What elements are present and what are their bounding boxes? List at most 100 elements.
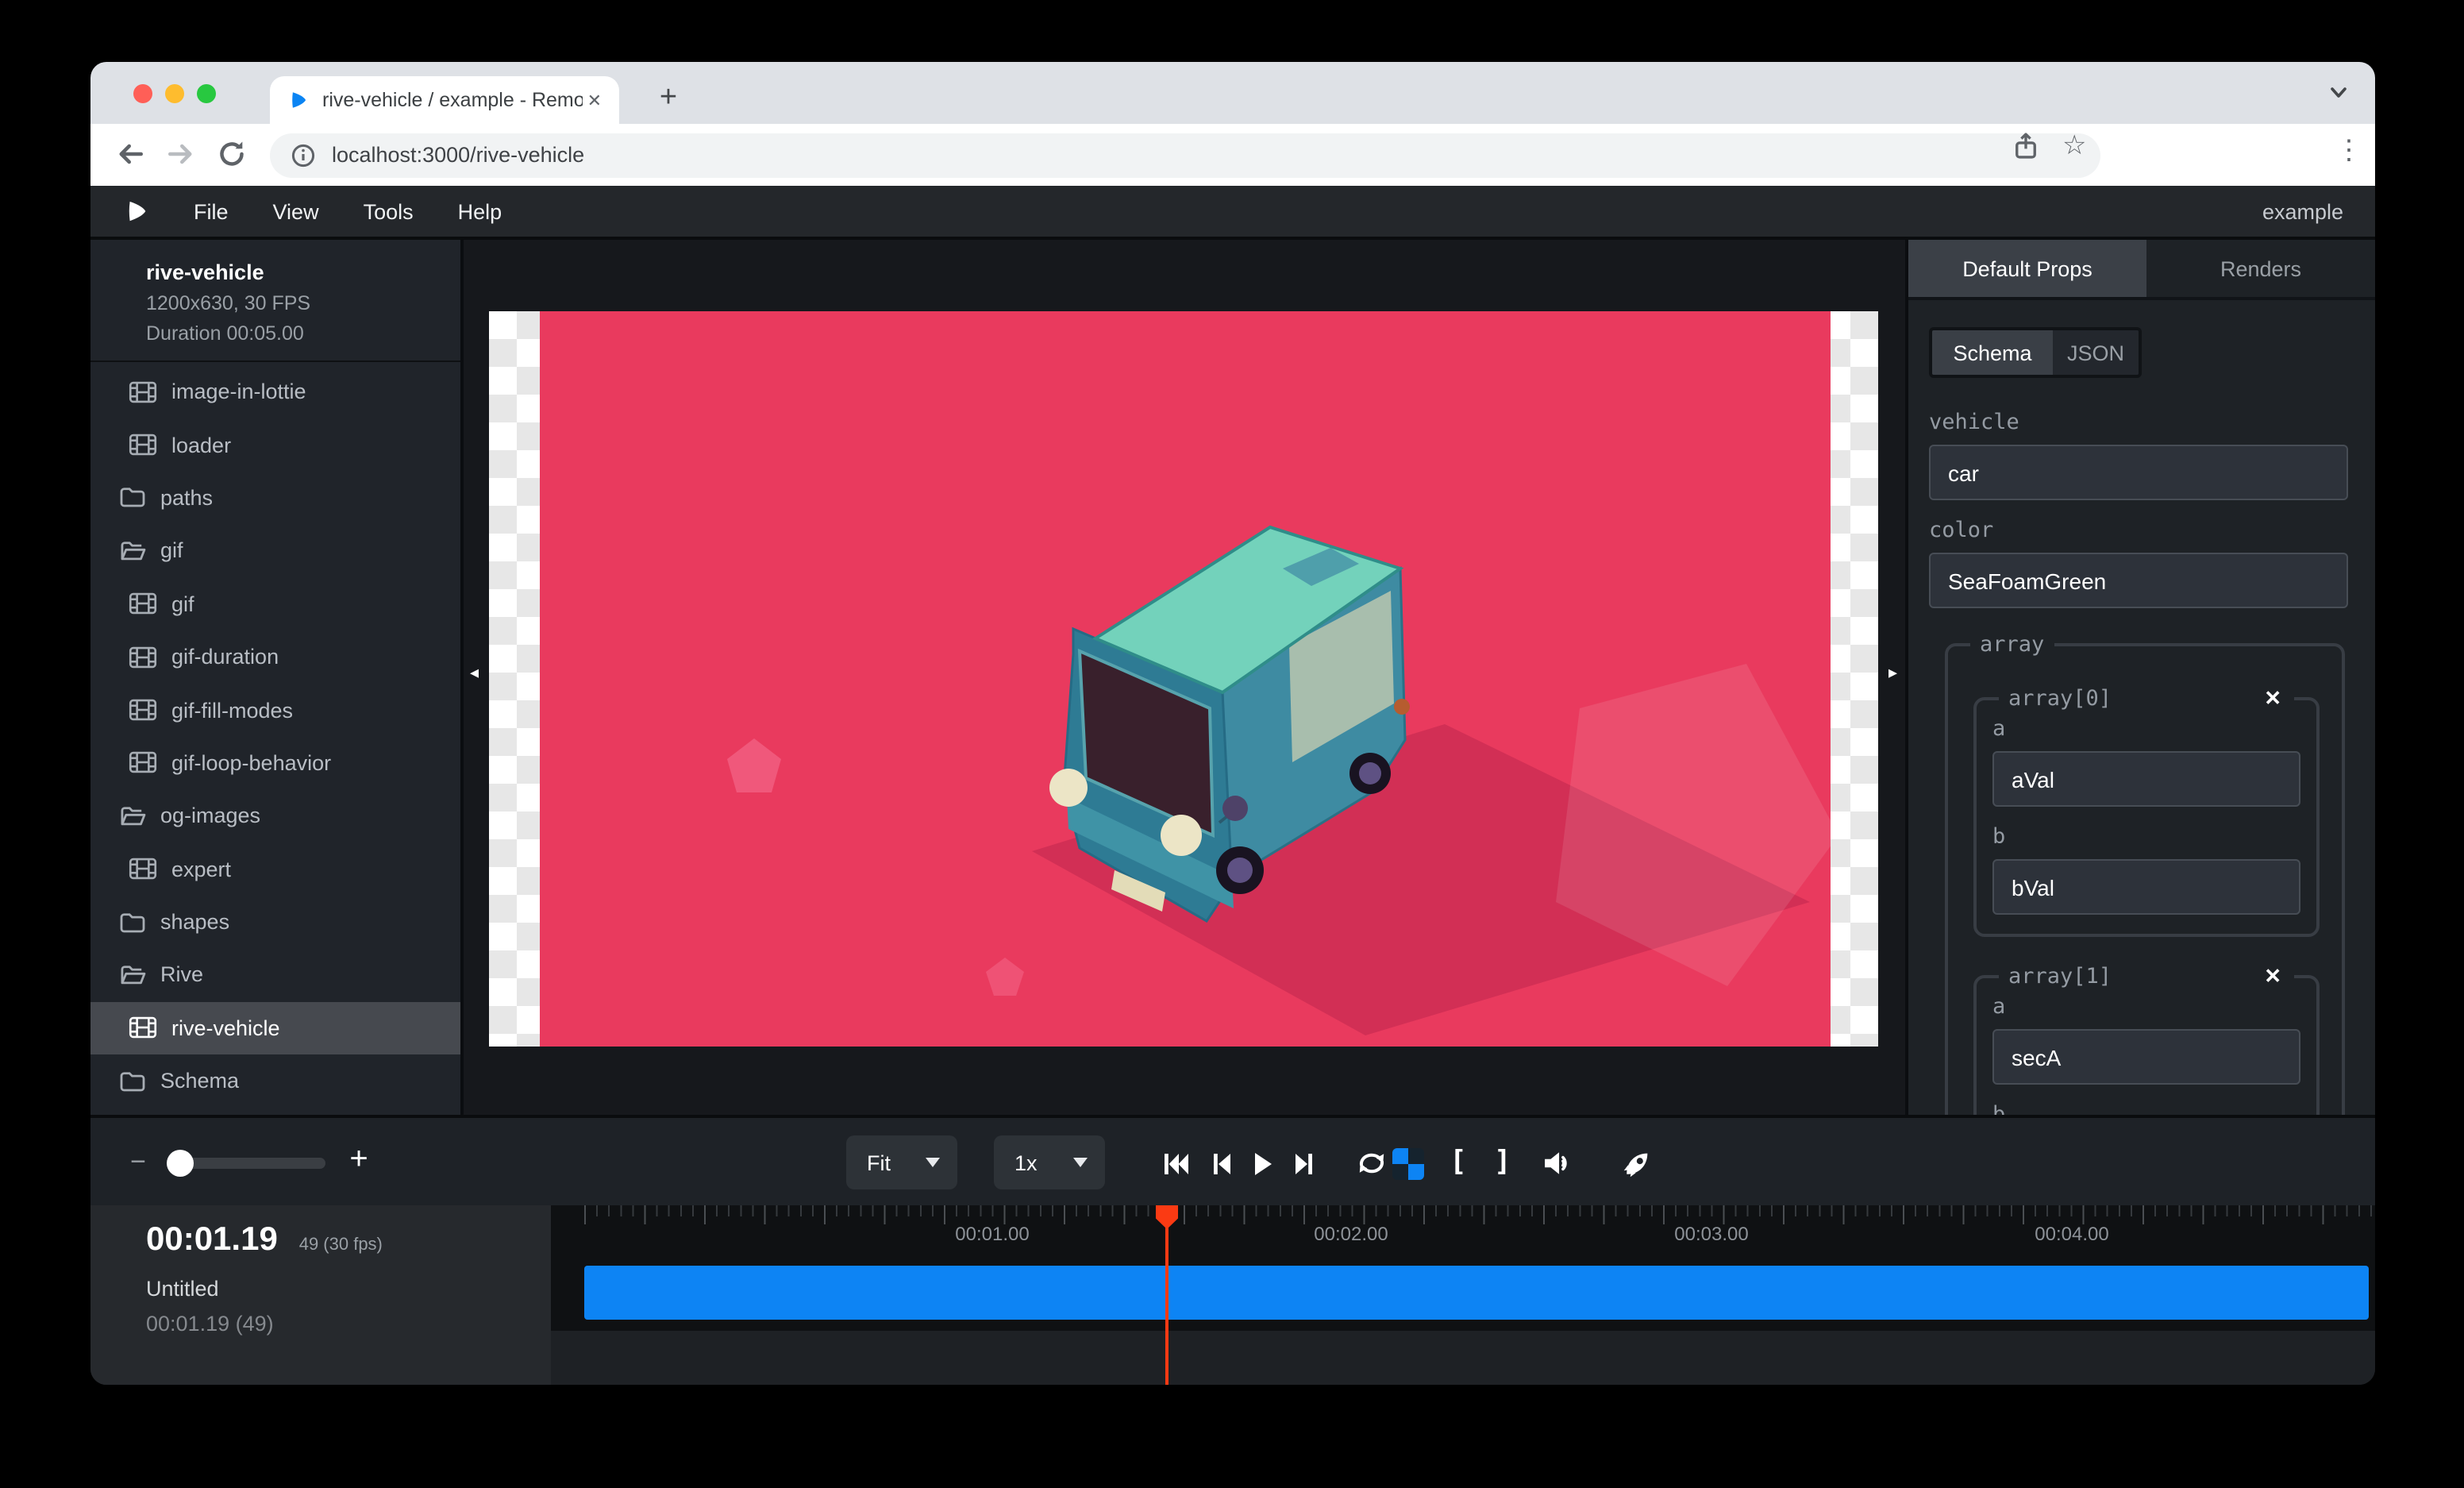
chevron-down-icon: [926, 1158, 940, 1167]
skip-to-start-icon[interactable]: [1157, 1150, 1192, 1177]
site-info-icon[interactable]: [291, 142, 316, 168]
tab-default-props[interactable]: Default Props: [1908, 240, 2146, 297]
sidebar-item-gif-duration[interactable]: gif-duration: [90, 630, 460, 684]
composition-list: image-in-lottie loader paths gif gif gif…: [90, 362, 460, 1115]
folder-icon: [119, 487, 146, 509]
props-panel-body: Schema JSON vehicle color array array[0]…: [1908, 300, 2375, 1115]
array-0-a-input[interactable]: [1992, 751, 2300, 807]
sidebar-item-gif-fill-modes[interactable]: gif-fill-modes: [90, 684, 460, 737]
next-frame-icon[interactable]: [1286, 1150, 1321, 1177]
schema-json-toggle: Schema JSON: [1929, 327, 2142, 378]
reload-icon[interactable]: [216, 138, 248, 170]
zoom-in-icon[interactable]: +: [345, 1142, 373, 1178]
out-point-icon[interactable]: ]: [1494, 1145, 1511, 1178]
volume-icon[interactable]: [1540, 1150, 1575, 1177]
array-fieldset: array array[0] ✕ a b array[1]: [1945, 643, 2345, 1115]
new-tab-button[interactable]: +: [646, 76, 691, 121]
field-label-b: b: [1992, 824, 2300, 850]
zoom-out-icon[interactable]: −: [125, 1147, 151, 1178]
remove-array-item-1-icon[interactable]: ✕: [2261, 964, 2285, 989]
film-icon: [129, 380, 157, 403]
zoom-slider[interactable]: [167, 1158, 325, 1169]
speed-select-value: 1x: [1014, 1151, 1038, 1174]
sidebar-item-label: gif: [160, 539, 183, 563]
sidebar-item-expert[interactable]: expert: [90, 842, 460, 896]
screen: rive-vehicle / example - Remoti ✕ + loca…: [0, 0, 2464, 1488]
sidebar-folder-gif[interactable]: gif: [90, 524, 460, 577]
playback-toolbar: − + Fit 1x: [90, 1115, 2375, 1205]
rocket-icon[interactable]: [1619, 1150, 1654, 1177]
array-0-b-input[interactable]: [1992, 859, 2300, 915]
track-duration: 00:01.19 (49): [146, 1312, 551, 1336]
app-menubar: File View Tools Help example: [90, 186, 2375, 240]
frame-info: 49 (30 fps): [299, 1236, 383, 1255]
expand-right-panel-icon[interactable]: ▸: [1888, 665, 1897, 683]
collapse-left-panel-icon[interactable]: ◂: [470, 665, 479, 683]
in-point-icon[interactable]: [: [1450, 1145, 1467, 1178]
menu-view[interactable]: View: [273, 199, 319, 223]
play-icon[interactable]: [1245, 1150, 1280, 1177]
menu-help[interactable]: Help: [458, 199, 502, 223]
timeline-tracks: 00:01.00 00:02.00 00:03.00 00:04.00: [551, 1205, 2375, 1385]
bookmark-star-icon[interactable]: ☆: [2062, 130, 2087, 162]
vehicle-artwork: [540, 311, 1831, 1047]
menu-tools[interactable]: Tools: [364, 199, 414, 223]
sidebar-item-gif[interactable]: gif: [90, 577, 460, 630]
back-icon[interactable]: [114, 138, 146, 170]
compositions-sidebar: rive-vehicle 1200x630, 30 FPS Duration 0…: [90, 240, 464, 1115]
sidebar-folder-rive[interactable]: Rive: [90, 949, 460, 1002]
film-icon: [129, 434, 157, 456]
speed-select[interactable]: 1x: [994, 1135, 1105, 1189]
vehicle-input[interactable]: [1929, 445, 2348, 500]
menu-file[interactable]: File: [194, 199, 229, 223]
timeline-info: 00:01.19 49 (30 fps) Untitled 00:01.19 (…: [90, 1205, 551, 1385]
remove-array-item-0-icon[interactable]: ✕: [2261, 686, 2285, 711]
tab-title: rive-vehicle / example - Remoti: [322, 89, 583, 111]
browser-toolbar: localhost:3000/rive-vehicle ☆ ⋮: [90, 124, 2375, 186]
field-label-b: b: [1992, 1102, 2300, 1115]
composition-info: rive-vehicle 1200x630, 30 FPS Duration 0…: [90, 240, 460, 362]
array-1-a-input[interactable]: [1992, 1029, 2300, 1085]
array-item-1-fieldset: array[1] ✕ a b: [1973, 975, 2320, 1115]
zoom-slider-thumb[interactable]: [167, 1150, 194, 1177]
sidebar-item-label: rive-vehicle: [171, 1016, 280, 1040]
playhead[interactable]: [1165, 1205, 1168, 1385]
browser-window: rive-vehicle / example - Remoti ✕ + loca…: [90, 62, 2375, 1385]
sidebar-item-label: paths: [160, 486, 213, 510]
transparency-toggle-icon[interactable]: [1392, 1148, 1424, 1180]
forward-icon[interactable]: [165, 138, 197, 170]
remotion-logo-icon[interactable]: [125, 199, 149, 224]
browser-tab[interactable]: rive-vehicle / example - Remoti ✕: [270, 76, 619, 124]
tab-search-chevron-icon[interactable]: [2327, 81, 2350, 103]
fit-select[interactable]: Fit: [846, 1135, 957, 1189]
sidebar-item-loader[interactable]: loader: [90, 418, 460, 472]
sidebar-folder-paths[interactable]: paths: [90, 472, 460, 525]
share-icon[interactable]: [2012, 132, 2040, 160]
tab-strip: rive-vehicle / example - Remoti ✕ +: [90, 62, 2375, 124]
minimize-window-button[interactable]: [165, 84, 184, 103]
sidebar-item-label: shapes: [160, 910, 229, 934]
sidebar-folder-schema[interactable]: Schema: [90, 1054, 460, 1108]
color-input[interactable]: [1929, 553, 2348, 608]
close-window-button[interactable]: [133, 84, 152, 103]
toggle-json[interactable]: JSON: [2053, 330, 2139, 375]
toggle-schema[interactable]: Schema: [1932, 330, 2053, 375]
film-icon: [129, 699, 157, 721]
sidebar-folder-og-images[interactable]: og-images: [90, 789, 460, 842]
browser-menu-icon[interactable]: ⋮: [2335, 135, 2362, 167]
loop-icon[interactable]: [1354, 1150, 1389, 1177]
sidebar-item-gif-loop-behavior[interactable]: gif-loop-behavior: [90, 736, 460, 789]
ruler-label: 00:02.00: [1314, 1223, 1388, 1245]
sidebar-folder-shapes[interactable]: shapes: [90, 896, 460, 949]
ruler-label: 00:01.00: [955, 1223, 1029, 1245]
composition-duration: Duration 00:05.00: [146, 322, 460, 345]
tab-close-icon[interactable]: ✕: [583, 90, 606, 110]
array-item-0-legend: array[0]: [2008, 686, 2112, 711]
timeline-track-bar[interactable]: [584, 1266, 2369, 1320]
sidebar-item-image-in-lottie[interactable]: image-in-lottie: [90, 365, 460, 418]
sidebar-item-rive-vehicle[interactable]: rive-vehicle: [90, 1001, 460, 1054]
address-bar[interactable]: localhost:3000/rive-vehicle: [270, 133, 2100, 177]
maximize-window-button[interactable]: [197, 84, 216, 103]
previous-frame-icon[interactable]: [1203, 1150, 1238, 1177]
tab-renders[interactable]: Renders: [2146, 240, 2375, 297]
